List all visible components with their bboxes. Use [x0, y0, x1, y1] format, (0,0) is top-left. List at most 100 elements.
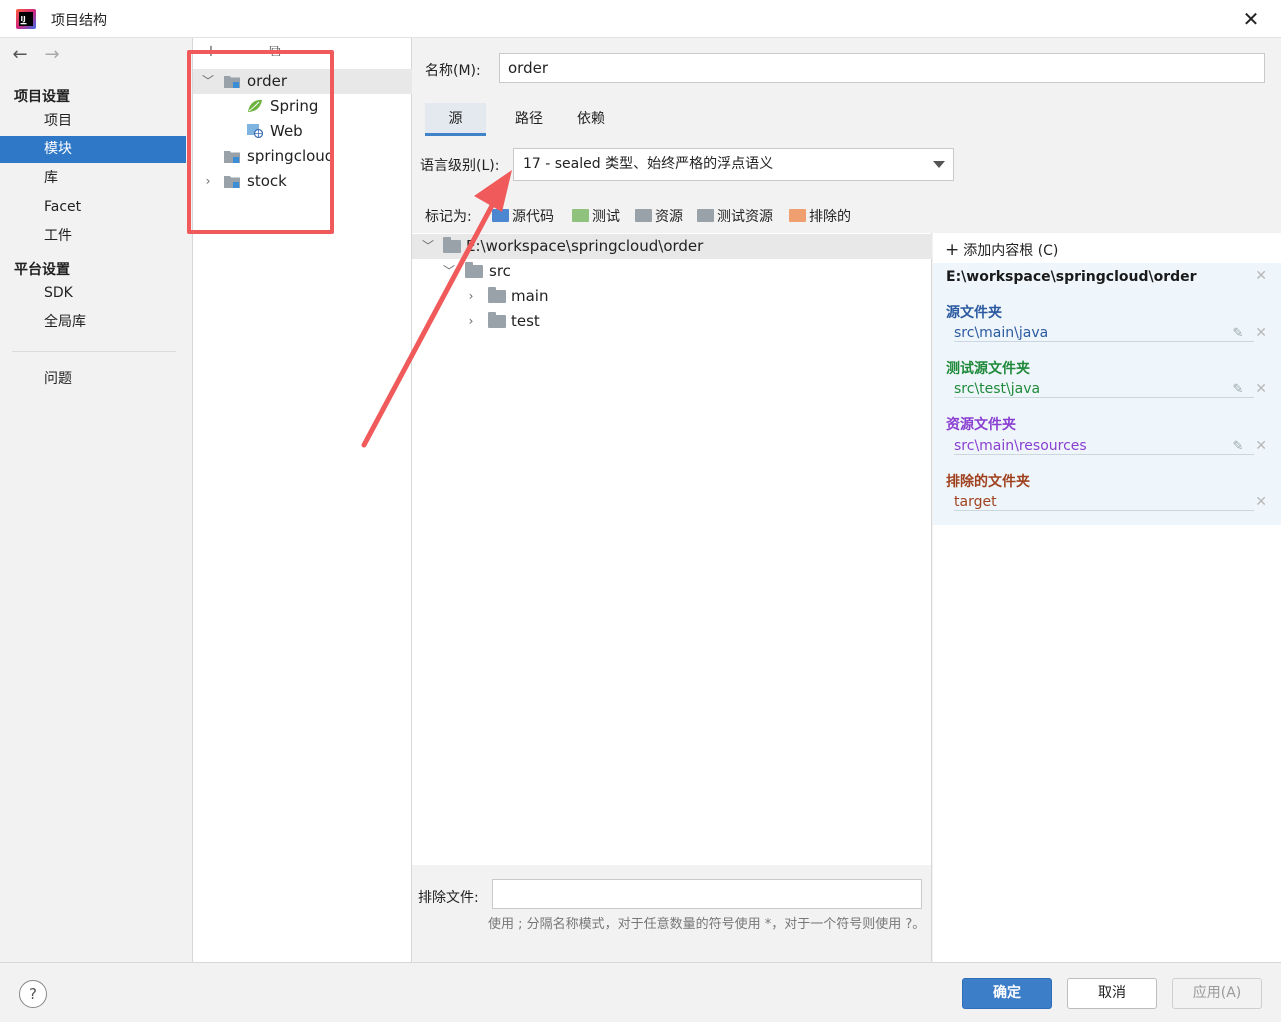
excluded-folders-title: 排除的文件夹: [946, 474, 1030, 490]
module-name: stock: [247, 172, 287, 190]
module-row-stock[interactable]: › stock: [193, 169, 412, 194]
language-level-select[interactable]: 17 - sealed 类型、始终严格的浮点语义: [513, 148, 954, 181]
test-folders-title: 测试源文件夹: [946, 361, 1030, 377]
content-root-tree: ﹀ E:\workspace\springcloud\order ﹀ src ›…: [412, 233, 932, 865]
title-bar: IJ 项目结构 ✕: [0, 0, 1281, 38]
module-row-order[interactable]: ﹀ order: [193, 69, 412, 94]
chevron-right-icon[interactable]: ›: [464, 314, 478, 328]
tree-label: test: [511, 312, 540, 330]
facet-row-spring[interactable]: Spring: [193, 94, 412, 119]
language-level-label: 语言级别(L):: [420, 158, 500, 174]
resource-folders-title: 资源文件夹: [946, 417, 1016, 433]
modules-toolbar: + ⧉: [193, 38, 412, 66]
chevron-down-icon[interactable]: ﹀: [442, 264, 456, 278]
nav-divider: [12, 351, 176, 352]
tree-row[interactable]: › test: [412, 309, 932, 334]
add-content-root-button[interactable]: + 添加内容根 (C): [945, 240, 1058, 260]
add-icon[interactable]: +: [201, 41, 221, 61]
module-name-input[interactable]: [499, 53, 1265, 83]
nav-item-global-libraries[interactable]: 全局库: [0, 309, 186, 336]
chevron-right-icon[interactable]: ›: [201, 174, 215, 188]
svg-text:IJ: IJ: [21, 15, 26, 23]
chevron-down-icon[interactable]: ﹀: [201, 74, 215, 88]
source-folders-title: 源文件夹: [946, 305, 1002, 321]
nav-item-sdk[interactable]: SDK: [0, 280, 186, 307]
content-root-card: E:\workspace\springcloud\order ✕ 源文件夹 sr…: [933, 263, 1281, 525]
folder-icon: [488, 312, 506, 328]
nav-item-libraries[interactable]: 库: [0, 165, 186, 192]
excluded-folder-icon: [789, 209, 806, 222]
window-title: 项目结构: [51, 13, 107, 29]
tab-paths[interactable]: 路径: [499, 103, 559, 136]
nav-item-modules[interactable]: 模块: [0, 136, 186, 163]
mark-resources-button[interactable]: 资源: [635, 206, 683, 228]
nav-item-artifacts[interactable]: 工件: [0, 223, 186, 250]
mark-sources-button[interactable]: 源代码: [492, 206, 554, 228]
tree-label: src: [489, 262, 511, 280]
remove-folder-icon[interactable]: ✕: [1255, 494, 1267, 510]
remove-folder-icon[interactable]: ✕: [1255, 438, 1267, 454]
help-button[interactable]: ?: [19, 980, 47, 1008]
module-settings-panel: 名称(M): 源 路径 依赖 语言级别(L): 17 - sealed 类型、始…: [412, 38, 1281, 962]
tree-row[interactable]: ﹀ E:\workspace\springcloud\order: [412, 234, 932, 259]
nav-item-facets[interactable]: Facet: [0, 194, 186, 221]
plus-icon: +: [945, 240, 960, 260]
cancel-button[interactable]: 取消: [1067, 978, 1157, 1009]
exclude-files-label: 排除文件:: [418, 890, 479, 906]
settings-nav: ← → 项目设置 项目 模块 库 Facet 工件 平台设置 SDK 全局库 问题: [0, 38, 193, 962]
mark-test-resources-button[interactable]: 测试资源: [697, 206, 773, 228]
remove-root-icon[interactable]: ✕: [1255, 268, 1267, 284]
module-name: order: [247, 72, 287, 90]
language-level-value: 17 - sealed 类型、始终严格的浮点语义: [523, 156, 774, 172]
remove-folder-icon[interactable]: ✕: [1255, 381, 1267, 397]
resources-folder-icon: [635, 209, 652, 222]
nav-item-problems[interactable]: 问题: [0, 366, 186, 393]
spring-leaf-icon: [248, 99, 262, 112]
tree-row[interactable]: ﹀ src: [412, 259, 932, 284]
module-folder-icon: [224, 151, 240, 163]
close-window-button[interactable]: ✕: [1238, 6, 1264, 32]
module-folder-icon: [224, 176, 240, 188]
dropdown-arrow-icon: [933, 161, 945, 168]
excluded-folder-path: target: [954, 494, 1254, 511]
mark-as-label: 标记为:: [425, 209, 472, 225]
nav-item-project[interactable]: 项目: [0, 108, 186, 135]
tree-label: main: [511, 287, 549, 305]
tree-row[interactable]: › main: [412, 284, 932, 309]
sources-folder-icon: [492, 209, 509, 222]
exclude-files-hint: 使用 ; 分隔名称模式，对于任意数量的符号使用 *，对于一个符号则使用 ?。: [488, 917, 926, 932]
module-folder-icon: [224, 76, 240, 88]
apply-button[interactable]: 应用(A): [1172, 978, 1262, 1009]
content-root-path: E:\workspace\springcloud\order: [946, 269, 1197, 285]
back-arrow-icon[interactable]: ←: [8, 44, 32, 66]
module-row-springcloud[interactable]: springcloud: [193, 144, 412, 169]
resource-folder-path: src\main\resources: [954, 438, 1254, 455]
tab-sources[interactable]: 源: [425, 103, 486, 136]
edit-pencil-icon[interactable]: ✎: [1231, 327, 1245, 341]
web-facet-icon: [247, 124, 263, 138]
folder-icon: [465, 262, 483, 278]
tab-dependencies[interactable]: 依赖: [561, 103, 621, 136]
dialog-footer: ? 确定 取消 应用(A): [0, 962, 1281, 1022]
remove-folder-icon[interactable]: ✕: [1255, 325, 1267, 341]
test-folder-icon: [572, 209, 589, 222]
mark-excluded-button[interactable]: 排除的: [789, 206, 851, 228]
exclude-files-input[interactable]: [492, 879, 922, 909]
source-folder-path: src\main\java: [954, 325, 1254, 342]
chevron-down-icon[interactable]: ﹀: [421, 239, 435, 253]
tree-label: E:\workspace\springcloud\order: [466, 237, 704, 255]
nav-section-platform-settings: 平台设置: [14, 262, 70, 278]
edit-pencil-icon[interactable]: ✎: [1231, 383, 1245, 397]
chevron-right-icon[interactable]: ›: [464, 289, 478, 303]
facet-row-web[interactable]: Web: [193, 119, 412, 144]
content-roots-panel: + 添加内容根 (C) E:\workspace\springcloud\orde…: [933, 233, 1281, 962]
edit-pencil-icon[interactable]: ✎: [1231, 440, 1245, 454]
folder-icon: [443, 237, 461, 253]
forward-arrow-icon[interactable]: →: [40, 44, 64, 66]
copy-icon[interactable]: ⧉: [265, 41, 285, 61]
ok-button[interactable]: 确定: [962, 978, 1052, 1009]
module-name: springcloud: [247, 147, 335, 165]
test-resources-folder-icon: [697, 209, 714, 222]
mark-tests-button[interactable]: 测试: [572, 206, 620, 228]
nav-section-project-settings: 项目设置: [14, 89, 70, 105]
